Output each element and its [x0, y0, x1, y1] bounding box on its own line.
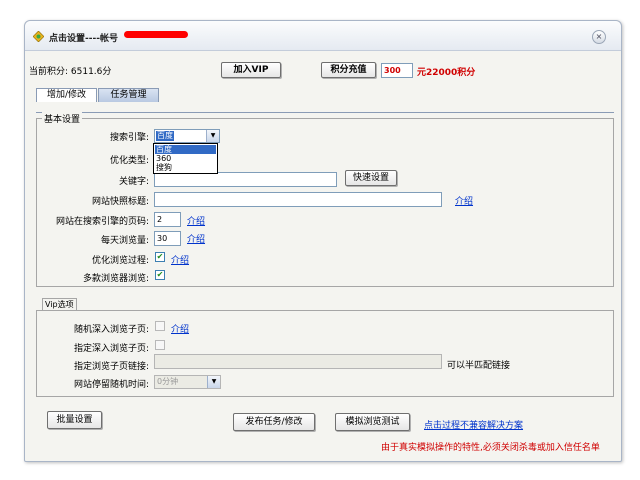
simulate-browse-button[interactable]: 模拟浏览测试 [335, 413, 410, 431]
optimization-type-label: 优化类型: [109, 156, 149, 166]
quick-setup-button[interactable]: 快速设置 [345, 170, 397, 186]
search-engine-option-360[interactable]: 360 [155, 154, 216, 163]
window-title: 点击设置----帐号 [49, 34, 118, 44]
intro-link-process[interactable]: 介绍 [171, 253, 189, 266]
vip-options-title: Vip选项 [42, 298, 77, 311]
recharge-result: 元22000积分 [417, 68, 476, 78]
intro-link-snapshot[interactable]: 介绍 [455, 194, 473, 207]
incompatibility-solution-link[interactable]: 点击过程不兼容解决方案 [424, 418, 523, 431]
specify-link-input[interactable] [154, 354, 442, 369]
search-pages-input[interactable]: 2 [154, 212, 181, 227]
daily-views-label: 每天浏览量: [100, 236, 149, 246]
search-pages-label: 网站在搜索引擎的页码: [55, 217, 149, 227]
search-engine-dropdown: 百度 360 搜狗 [153, 143, 218, 174]
search-engine-option-sogou[interactable]: 搜狗 [155, 163, 216, 172]
snapshot-title-input[interactable] [154, 192, 442, 207]
recharge-button[interactable]: 积分充值 [321, 62, 376, 78]
random-deep-label: 随机深入浏览子页: [73, 325, 149, 335]
tab-add-edit[interactable]: 增加/修改 [36, 88, 97, 102]
stay-time-select[interactable]: 0分钟 ▼ [154, 375, 221, 389]
multi-browser-label: 多款浏览器浏览: [82, 274, 149, 284]
chevron-down-icon[interactable]: ▼ [206, 130, 219, 142]
publish-task-button[interactable]: 发布任务/修改 [233, 413, 315, 431]
chevron-down-icon[interactable]: ▼ [207, 376, 220, 388]
title-bar: 点击设置----帐号 × [25, 21, 621, 51]
keyword-label: 关键字: [118, 177, 149, 187]
stay-time-label: 网站停留随机时间: [73, 380, 149, 390]
search-engine-label: 搜索引擎: [109, 133, 149, 143]
settings-window: 点击设置----帐号 × 当前积分: 6511.6分 加入VIP 积分充值 30… [24, 20, 622, 462]
search-engine-select[interactable]: 百度 ▼ [154, 129, 220, 143]
search-engine-option-baidu[interactable]: 百度 [155, 145, 216, 154]
recharge-amount-input[interactable]: 300 [381, 63, 413, 78]
redacted-account [124, 31, 188, 38]
batch-settings-button[interactable]: 批量设置 [47, 411, 102, 429]
random-deep-checkbox[interactable] [155, 321, 165, 331]
stay-time-value: 0分钟 [157, 377, 179, 386]
current-score: 当前积分: 6511.6分 [29, 67, 112, 77]
antivirus-note: 由于真实模拟操作的特性,必须关闭杀毒或加入信任名单 [381, 443, 600, 453]
optimize-process-label: 优化浏览过程: [91, 256, 149, 266]
specify-link-label: 指定浏览子页链接: [73, 362, 149, 372]
close-icon[interactable]: × [592, 30, 606, 44]
search-engine-value: 百度 [156, 131, 174, 141]
tab-divider [36, 112, 614, 113]
multi-browser-checkbox[interactable]: ✔ [155, 270, 165, 280]
specify-deep-label: 指定深入浏览子页: [73, 344, 149, 354]
intro-link-views[interactable]: 介绍 [187, 232, 205, 245]
specify-deep-checkbox[interactable] [155, 340, 165, 350]
basic-settings-title: 基本设置 [42, 112, 83, 125]
snapshot-title-label: 网站快照标题: [91, 197, 149, 207]
optimize-process-checkbox[interactable]: ✔ [155, 252, 165, 262]
intro-link-random-deep[interactable]: 介绍 [171, 322, 189, 335]
keyword-input[interactable] [154, 172, 337, 187]
tab-task-management[interactable]: 任务管理 [98, 88, 159, 102]
join-vip-button[interactable]: 加入VIP [221, 62, 281, 78]
intro-link-pages[interactable]: 介绍 [187, 214, 205, 227]
half-match-note: 可以半匹配链接 [447, 361, 511, 371]
app-icon [33, 31, 44, 42]
daily-views-input[interactable]: 30 [154, 231, 181, 246]
